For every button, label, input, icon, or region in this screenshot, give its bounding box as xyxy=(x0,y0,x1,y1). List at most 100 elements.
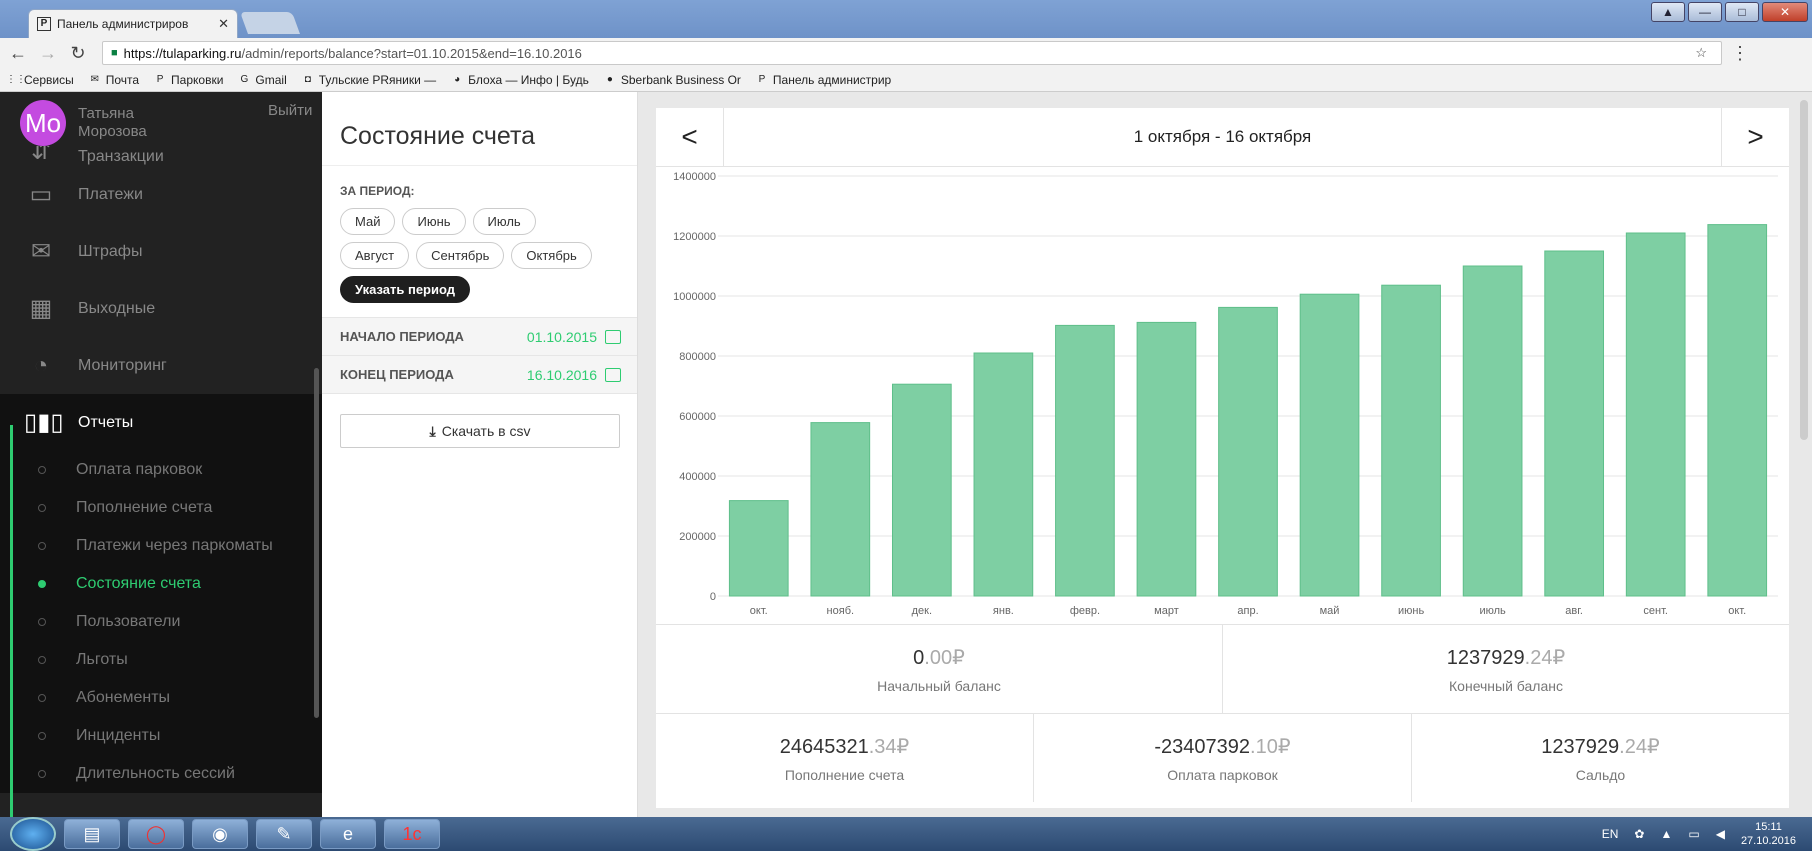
chart-bar[interactable] xyxy=(1136,321,1197,597)
chip-month[interactable]: Июнь xyxy=(402,208,466,235)
url-input[interactable]: ■ https://tulaparking.ru/admin/reports/b… xyxy=(102,41,1722,65)
sidebar-subitem-label: Пользователи xyxy=(76,613,181,630)
menu-icon[interactable]: ⋮ xyxy=(1728,43,1752,64)
bookmark-item[interactable]: P Парковки xyxy=(153,73,224,87)
opera-icon[interactable]: ◯ xyxy=(128,819,184,849)
chart-bar[interactable] xyxy=(973,352,1034,597)
sidebar-item-fines[interactable]: ✉ Штрафы xyxy=(0,223,322,280)
end-period-value[interactable]: 16.10.2016 xyxy=(527,367,597,383)
calendar-icon[interactable] xyxy=(605,329,621,344)
lock-icon: ■ xyxy=(111,47,118,59)
chip-month[interactable]: Июль xyxy=(472,208,536,235)
custom-period-button[interactable]: Указать период xyxy=(340,276,471,303)
sidebar-subitem[interactable]: Льготы xyxy=(0,641,322,679)
chart-bar[interactable] xyxy=(728,500,789,597)
prev-range-button[interactable]: < xyxy=(656,108,724,166)
sidebar-subitem-label: Инциденты xyxy=(76,727,161,744)
language-indicator[interactable]: EN xyxy=(1602,827,1619,841)
new-tab-button[interactable] xyxy=(239,12,301,34)
bookmark-item[interactable]: G Gmail xyxy=(237,73,287,87)
tray-app-icon[interactable]: ✿ xyxy=(1634,827,1644,841)
sidebar-subitem[interactable]: Состояние счета xyxy=(0,565,322,603)
page-scrollbar[interactable] xyxy=(1800,100,1808,440)
clock[interactable]: 15:11 27.10.2016 xyxy=(1741,820,1796,848)
chart-bar[interactable] xyxy=(1299,293,1360,597)
calendar-icon[interactable] xyxy=(605,367,621,382)
bookmark-item[interactable]: ✉ Почта xyxy=(88,73,140,87)
chart-bar[interactable] xyxy=(810,422,871,597)
paint-icon[interactable]: ✎ xyxy=(256,819,312,849)
bookmark-item[interactable]: ◘ Тульские PRяники — xyxy=(301,73,436,87)
chrome-icon[interactable]: ◉ xyxy=(192,819,248,849)
flea-icon: ◕ xyxy=(454,73,461,85)
user-icon[interactable]: ▲ xyxy=(1651,2,1685,22)
y-tick-label: 1400000 xyxy=(673,171,716,183)
logout-link[interactable]: Выйти xyxy=(268,102,312,119)
chart-bar[interactable] xyxy=(1462,265,1523,597)
sidebar-subitem-label: Оплата парковок xyxy=(76,461,203,478)
sidebar-subitem[interactable]: Длительность сессий xyxy=(0,755,322,793)
sidebar-item-label: Транзакции xyxy=(78,148,164,165)
network-icon[interactable]: ▭ xyxy=(1688,827,1699,841)
calendar-icon: ▦ xyxy=(29,295,53,322)
sidebar-subitem[interactable]: Оплата парковок xyxy=(0,451,322,489)
sidebar-item-monitoring[interactable]: ◔ Мониторинг xyxy=(0,337,322,394)
1c-icon[interactable]: 1c xyxy=(384,819,440,849)
download-csv-button[interactable]: ⤓ Скачать в csv xyxy=(340,414,620,448)
chip-month[interactable]: Октябрь xyxy=(511,242,592,269)
bookmark-item[interactable]: ⋮⋮ Сервисы xyxy=(6,73,74,87)
explorer-icon[interactable]: ▤ xyxy=(64,819,120,849)
close-window-icon[interactable]: ✕ xyxy=(1762,2,1808,22)
tray-arrow-icon[interactable]: ▲ xyxy=(1660,827,1672,841)
volume-icon[interactable]: ◀ xyxy=(1716,827,1725,841)
sidebar-subitem[interactable]: Пополнение счета xyxy=(0,489,322,527)
sidebar-subitem[interactable]: Инциденты xyxy=(0,717,322,755)
chart-bar[interactable] xyxy=(1218,306,1278,597)
chart-bar[interactable] xyxy=(1707,224,1768,597)
chip-month[interactable]: Май xyxy=(340,208,396,235)
download-label: Скачать в csv xyxy=(441,423,531,439)
sidebar-scrollbar[interactable] xyxy=(314,368,319,718)
chart-bar[interactable] xyxy=(1625,232,1686,597)
user-first-name: Татьяна xyxy=(78,105,134,122)
close-tab-icon[interactable]: ✕ xyxy=(218,16,229,32)
chart-bar[interactable] xyxy=(1381,284,1441,597)
browser-tab[interactable]: P Панель администриров ✕ xyxy=(28,9,238,38)
chart-bar[interactable] xyxy=(1055,324,1115,597)
sidebar-subitem[interactable]: Абонементы xyxy=(0,679,322,717)
forward-icon[interactable]: → xyxy=(36,43,60,64)
bookmark-item[interactable]: ● Sberbank Business Or xyxy=(603,73,741,87)
chip-month[interactable]: Сентябрь xyxy=(416,242,505,269)
start-button[interactable] xyxy=(10,817,56,851)
back-icon[interactable]: ← xyxy=(6,43,30,64)
star-icon[interactable]: ☆ xyxy=(1695,45,1713,61)
avatar[interactable]: Mo xyxy=(20,100,66,146)
sidebar-item-reports[interactable]: ▯▮▯ Отчеты xyxy=(0,394,322,451)
minimize-icon[interactable]: — xyxy=(1688,2,1722,22)
stat-caption: Оплата парковок xyxy=(1167,766,1278,783)
transactions-icon: ⇵ xyxy=(30,146,52,165)
tab-title: Панель администриров xyxy=(57,17,189,31)
x-tick-label: апр. xyxy=(1237,605,1258,617)
end-period-row[interactable]: КОНЕЦ ПЕРИОДА 16.10.2016 xyxy=(322,356,637,394)
start-period-value[interactable]: 01.10.2015 xyxy=(527,329,597,345)
sidebar-subitem-label: Льготы xyxy=(76,651,128,668)
chart-bar[interactable] xyxy=(891,383,952,597)
start-period-row[interactable]: НАЧАЛО ПЕРИОДА 01.10.2015 xyxy=(322,318,637,356)
card-icon: ▭ xyxy=(29,181,53,208)
sidebar-subitem[interactable]: Платежи через паркоматы xyxy=(0,527,322,565)
stat-value: -23407392.10₽ xyxy=(1154,735,1291,758)
chart-bar[interactable] xyxy=(1544,250,1605,597)
sidebar-item-holidays[interactable]: ▦ Выходные xyxy=(0,280,322,337)
sidebar-item-transactions[interactable]: ⇵ Транзакции xyxy=(0,146,322,166)
sidebar-subitem[interactable]: Пользователи xyxy=(0,603,322,641)
bookmark-item[interactable]: P Панель администрир xyxy=(755,73,892,87)
ie-icon[interactable]: e xyxy=(320,819,376,849)
maximize-icon[interactable]: □ xyxy=(1725,2,1759,22)
chip-month[interactable]: Август xyxy=(340,242,410,269)
sidebar-item-payments[interactable]: ▭ Платежи xyxy=(0,166,322,223)
bookmark-item[interactable]: ◕ Блоха — Инфо | Будь xyxy=(450,73,589,87)
reload-icon[interactable]: ↻ xyxy=(66,43,90,64)
next-range-button[interactable]: > xyxy=(1721,108,1789,166)
address-bar-row: ← → ↻ ■ https://tulaparking.ru/admin/rep… xyxy=(0,38,1812,68)
